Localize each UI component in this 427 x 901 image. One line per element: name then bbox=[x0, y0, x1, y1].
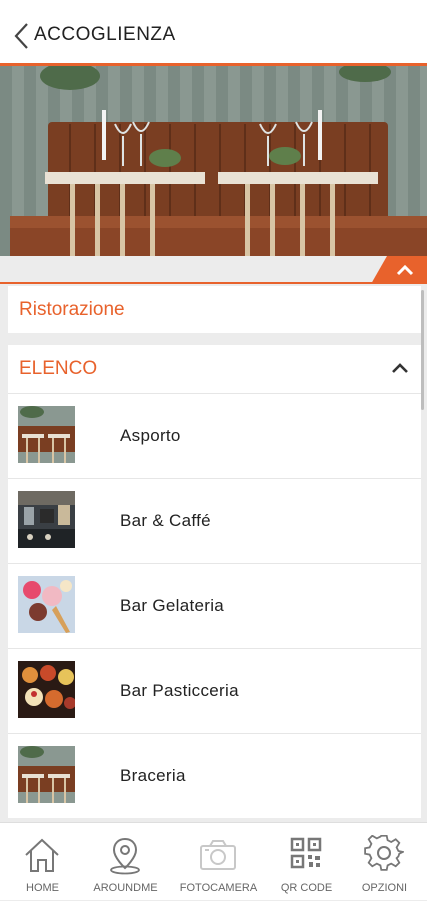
list-item-label: Bar & Caffé bbox=[120, 511, 211, 530]
nav-aroundme-label: AROUNDME bbox=[93, 882, 158, 894]
bottom-navigation: HOME AROUNDME FOTOCAMERA QR CODE OPZIONI bbox=[0, 822, 427, 900]
nav-opzioni-label: OPZIONI bbox=[361, 882, 408, 894]
qr-code-icon bbox=[290, 837, 322, 869]
location-pin-icon bbox=[110, 837, 140, 875]
nav-home[interactable]: HOME bbox=[0, 823, 85, 901]
nav-fotocamera[interactable]: FOTOCAMERA bbox=[176, 823, 261, 901]
list-item[interactable]: Asporto bbox=[8, 393, 421, 478]
home-icon bbox=[25, 838, 59, 872]
app-header: ACCOGLIENZA bbox=[0, 0, 427, 66]
nav-home-label: HOME bbox=[26, 882, 59, 894]
gelato-thumb bbox=[18, 576, 75, 633]
nav-qr-code-label: QR CODE bbox=[280, 882, 333, 894]
list-header-label: ELENCO bbox=[19, 358, 98, 379]
list-item[interactable]: Bar Pasticceria bbox=[8, 648, 421, 733]
back-button[interactable] bbox=[8, 20, 34, 52]
camera-icon bbox=[200, 840, 236, 870]
list-item-label: Braceria bbox=[120, 766, 186, 785]
restaurant-thumb bbox=[18, 746, 75, 803]
collapse-hero-button[interactable] bbox=[371, 256, 427, 284]
chevron-left-icon bbox=[14, 23, 28, 49]
nav-aroundme[interactable]: AROUNDME bbox=[83, 823, 168, 901]
pastry-thumb bbox=[18, 661, 75, 718]
nav-fotocamera-label: FOTOCAMERA bbox=[179, 882, 258, 894]
category-list: Asporto Bar & Caffé Bar Gelateria Bar Pa… bbox=[8, 393, 421, 818]
chevron-up-icon bbox=[396, 264, 414, 276]
gear-icon bbox=[364, 835, 404, 871]
list-item-label: Bar Gelateria bbox=[120, 596, 225, 615]
list-item-label: Bar Pasticceria bbox=[120, 681, 239, 700]
divider bbox=[0, 282, 427, 284]
bar-thumb bbox=[18, 491, 75, 548]
nav-qr-code[interactable]: QR CODE bbox=[264, 823, 349, 901]
restaurant-thumb bbox=[18, 406, 75, 463]
hero-image bbox=[0, 66, 427, 256]
nav-opzioni[interactable]: OPZIONI bbox=[342, 823, 427, 901]
list-item-label: Asporto bbox=[120, 426, 181, 445]
chevron-up-icon[interactable] bbox=[390, 361, 410, 375]
scrollbar[interactable] bbox=[421, 290, 424, 410]
section-title: Ristorazione bbox=[19, 299, 125, 320]
page-title: ACCOGLIENZA bbox=[34, 24, 176, 45]
list-item[interactable]: Bar & Caffé bbox=[8, 478, 421, 563]
list-item[interactable]: Bar Gelateria bbox=[8, 563, 421, 648]
list-item[interactable]: Braceria bbox=[8, 733, 421, 818]
